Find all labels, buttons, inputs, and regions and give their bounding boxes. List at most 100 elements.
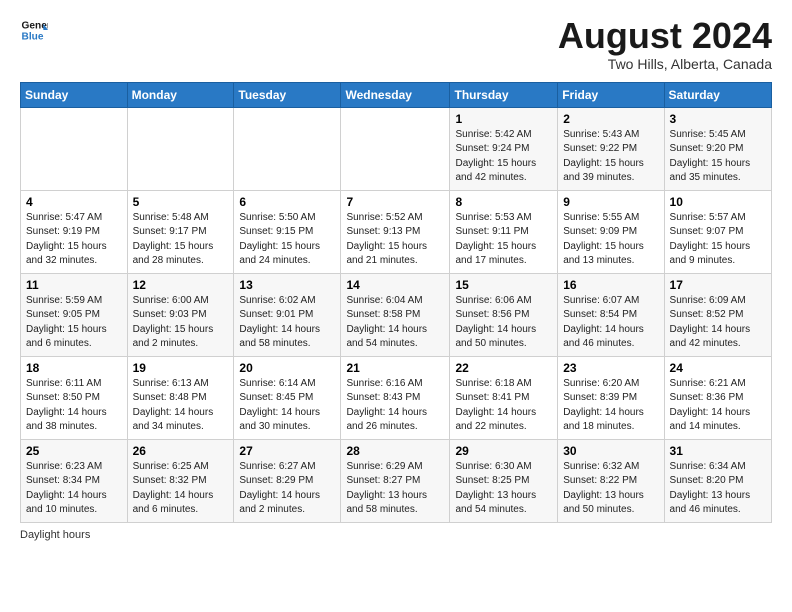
day-number: 26	[133, 444, 229, 458]
day-info: Sunrise: 6:13 AMSunset: 8:48 PMDaylight:…	[133, 377, 229, 435]
day-number: 20	[239, 361, 335, 375]
calendar-cell: 10Sunrise: 5:57 AMSunset: 9:07 PMDayligh…	[664, 190, 771, 273]
day-info: Sunrise: 6:30 AMSunset: 8:25 PMDaylight:…	[455, 460, 552, 518]
subtitle: Two Hills, Alberta, Canada	[558, 56, 772, 72]
day-info: Sunrise: 6:07 AMSunset: 8:54 PMDaylight:…	[563, 294, 658, 352]
calendar-cell: 11Sunrise: 5:59 AMSunset: 9:05 PMDayligh…	[21, 273, 128, 356]
calendar-cell	[341, 107, 450, 190]
day-number: 28	[346, 444, 444, 458]
calendar-cell: 4 Sunrise: 5:47 AMSunset: 9:19 PMDaylight…	[21, 190, 128, 273]
calendar-cell: 25Sunrise: 6:23 AMSunset: 8:34 PMDayligh…	[21, 439, 128, 522]
day-number: 25	[26, 444, 122, 458]
day-info: Sunrise: 5:42 AMSunset: 9:24 PMDaylight:…	[455, 128, 552, 186]
title-block: August 2024 Two Hills, Alberta, Canada	[558, 16, 772, 72]
day-number: 9	[563, 195, 658, 209]
day-number: 15	[455, 278, 552, 292]
calendar-cell: 2 Sunrise: 5:43 AMSunset: 9:22 PMDaylight…	[558, 107, 664, 190]
calendar-cell	[127, 107, 234, 190]
calendar-cell: 28 Sunrise: 6:29 AMSunset: 8:27 PMDayligh…	[341, 439, 450, 522]
day-header-thursday: Thursday	[450, 82, 558, 107]
day-info: Sunrise: 5:55 AMSunset: 9:09 PMDaylight:…	[563, 211, 658, 269]
day-info: Sunrise: 6:06 AMSunset: 8:56 PMDaylight:…	[455, 294, 552, 352]
day-number: 18	[26, 361, 122, 375]
day-info: Sunrise: 6:34 AMSunset: 8:20 PMDaylight:…	[670, 460, 766, 518]
day-info: Sunrise: 6:00 AMSunset: 9:03 PMDaylight:…	[133, 294, 229, 352]
calendar-cell: 5Sunrise: 5:48 AMSunset: 9:17 PMDaylight…	[127, 190, 234, 273]
day-info: Sunrise: 6:11 AMSunset: 8:50 PMDaylight:…	[26, 377, 122, 435]
day-info: Sunrise: 6:29 AMSunset: 8:27 PMDaylight:…	[346, 460, 444, 518]
day-info: Sunrise: 6:16 AMSunset: 8:43 PMDaylight:…	[346, 377, 444, 435]
week-row-5: 25Sunrise: 6:23 AMSunset: 8:34 PMDayligh…	[21, 439, 772, 522]
calendar-cell: 6 Sunrise: 5:50 AMSunset: 9:15 PMDaylight…	[234, 190, 341, 273]
calendar-cell: 8 Sunrise: 5:53 AMSunset: 9:11 PMDaylight…	[450, 190, 558, 273]
day-number: 19	[133, 361, 229, 375]
calendar-cell: 23 Sunrise: 6:20 AMSunset: 8:39 PMDayligh…	[558, 356, 664, 439]
week-row-4: 18 Sunrise: 6:11 AMSunset: 8:50 PMDayligh…	[21, 356, 772, 439]
calendar-cell: 7 Sunrise: 5:52 AMSunset: 9:13 PMDaylight…	[341, 190, 450, 273]
day-info: Sunrise: 5:47 AMSunset: 9:19 PMDaylight:…	[26, 211, 122, 269]
day-number: 3	[670, 112, 766, 126]
calendar-cell: 31 Sunrise: 6:34 AMSunset: 8:20 PMDayligh…	[664, 439, 771, 522]
calendar-cell: 21 Sunrise: 6:16 AMSunset: 8:43 PMDayligh…	[341, 356, 450, 439]
day-number: 4	[26, 195, 122, 209]
calendar-cell: 18 Sunrise: 6:11 AMSunset: 8:50 PMDayligh…	[21, 356, 128, 439]
day-info: Sunrise: 5:45 AMSunset: 9:20 PMDaylight:…	[670, 128, 766, 186]
calendar-cell: 14 Sunrise: 6:04 AMSunset: 8:58 PMDayligh…	[341, 273, 450, 356]
day-info: Sunrise: 6:18 AMSunset: 8:41 PMDaylight:…	[455, 377, 552, 435]
calendar-cell: 30Sunrise: 6:32 AMSunset: 8:22 PMDayligh…	[558, 439, 664, 522]
day-info: Sunrise: 6:02 AMSunset: 9:01 PMDaylight:…	[239, 294, 335, 352]
calendar-cell: 20 Sunrise: 6:14 AMSunset: 8:45 PMDayligh…	[234, 356, 341, 439]
calendar-cell: 13 Sunrise: 6:02 AMSunset: 9:01 PMDayligh…	[234, 273, 341, 356]
day-info: Sunrise: 6:21 AMSunset: 8:36 PMDaylight:…	[670, 377, 766, 435]
day-info: Sunrise: 6:04 AMSunset: 8:58 PMDaylight:…	[346, 294, 444, 352]
day-info: Sunrise: 6:20 AMSunset: 8:39 PMDaylight:…	[563, 377, 658, 435]
day-number: 21	[346, 361, 444, 375]
day-number: 14	[346, 278, 444, 292]
day-number: 1	[455, 112, 552, 126]
day-header-sunday: Sunday	[21, 82, 128, 107]
day-info: Sunrise: 5:50 AMSunset: 9:15 PMDaylight:…	[239, 211, 335, 269]
svg-text:Blue: Blue	[22, 31, 44, 42]
day-info: Sunrise: 6:14 AMSunset: 8:45 PMDaylight:…	[239, 377, 335, 435]
day-info: Sunrise: 5:43 AMSunset: 9:22 PMDaylight:…	[563, 128, 658, 186]
day-number: 10	[670, 195, 766, 209]
calendar-cell: 24Sunrise: 6:21 AMSunset: 8:36 PMDayligh…	[664, 356, 771, 439]
day-header-saturday: Saturday	[664, 82, 771, 107]
day-info: Sunrise: 5:59 AMSunset: 9:05 PMDaylight:…	[26, 294, 122, 352]
calendar-cell: 12 Sunrise: 6:00 AMSunset: 9:03 PMDayligh…	[127, 273, 234, 356]
day-number: 12	[133, 278, 229, 292]
day-number: 16	[563, 278, 658, 292]
day-number: 23	[563, 361, 658, 375]
day-info: Sunrise: 6:27 AMSunset: 8:29 PMDaylight:…	[239, 460, 335, 518]
day-number: 6	[239, 195, 335, 209]
logo: General Blue	[20, 16, 48, 44]
calendar-cell: 16 Sunrise: 6:07 AMSunset: 8:54 PMDayligh…	[558, 273, 664, 356]
day-info: Sunrise: 5:48 AMSunset: 9:17 PMDaylight:…	[133, 211, 229, 269]
page: General Blue August 2024 Two Hills, Albe…	[0, 0, 792, 612]
day-number: 13	[239, 278, 335, 292]
week-row-3: 11Sunrise: 5:59 AMSunset: 9:05 PMDayligh…	[21, 273, 772, 356]
day-number: 31	[670, 444, 766, 458]
day-info: Sunrise: 5:52 AMSunset: 9:13 PMDaylight:…	[346, 211, 444, 269]
calendar-cell: 1 Sunrise: 5:42 AMSunset: 9:24 PMDaylight…	[450, 107, 558, 190]
calendar-cell: 17 Sunrise: 6:09 AMSunset: 8:52 PMDayligh…	[664, 273, 771, 356]
day-number: 8	[455, 195, 552, 209]
calendar-cell: 9 Sunrise: 5:55 AMSunset: 9:09 PMDaylight…	[558, 190, 664, 273]
day-info: Sunrise: 6:09 AMSunset: 8:52 PMDaylight:…	[670, 294, 766, 352]
day-header-tuesday: Tuesday	[234, 82, 341, 107]
day-header-friday: Friday	[558, 82, 664, 107]
calendar-cell	[21, 107, 128, 190]
day-header-wednesday: Wednesday	[341, 82, 450, 107]
day-info: Sunrise: 5:53 AMSunset: 9:11 PMDaylight:…	[455, 211, 552, 269]
calendar-cell: 26 Sunrise: 6:25 AMSunset: 8:32 PMDayligh…	[127, 439, 234, 522]
day-number: 27	[239, 444, 335, 458]
logo-icon: General Blue	[20, 16, 48, 44]
day-info: Sunrise: 6:25 AMSunset: 8:32 PMDaylight:…	[133, 460, 229, 518]
calendar-cell: 19 Sunrise: 6:13 AMSunset: 8:48 PMDayligh…	[127, 356, 234, 439]
calendar-cell: 3 Sunrise: 5:45 AMSunset: 9:20 PMDaylight…	[664, 107, 771, 190]
day-number: 7	[346, 195, 444, 209]
footer-note: Daylight hours	[20, 529, 772, 541]
day-number: 17	[670, 278, 766, 292]
calendar-cell: 22Sunrise: 6:18 AMSunset: 8:41 PMDayligh…	[450, 356, 558, 439]
day-number: 2	[563, 112, 658, 126]
